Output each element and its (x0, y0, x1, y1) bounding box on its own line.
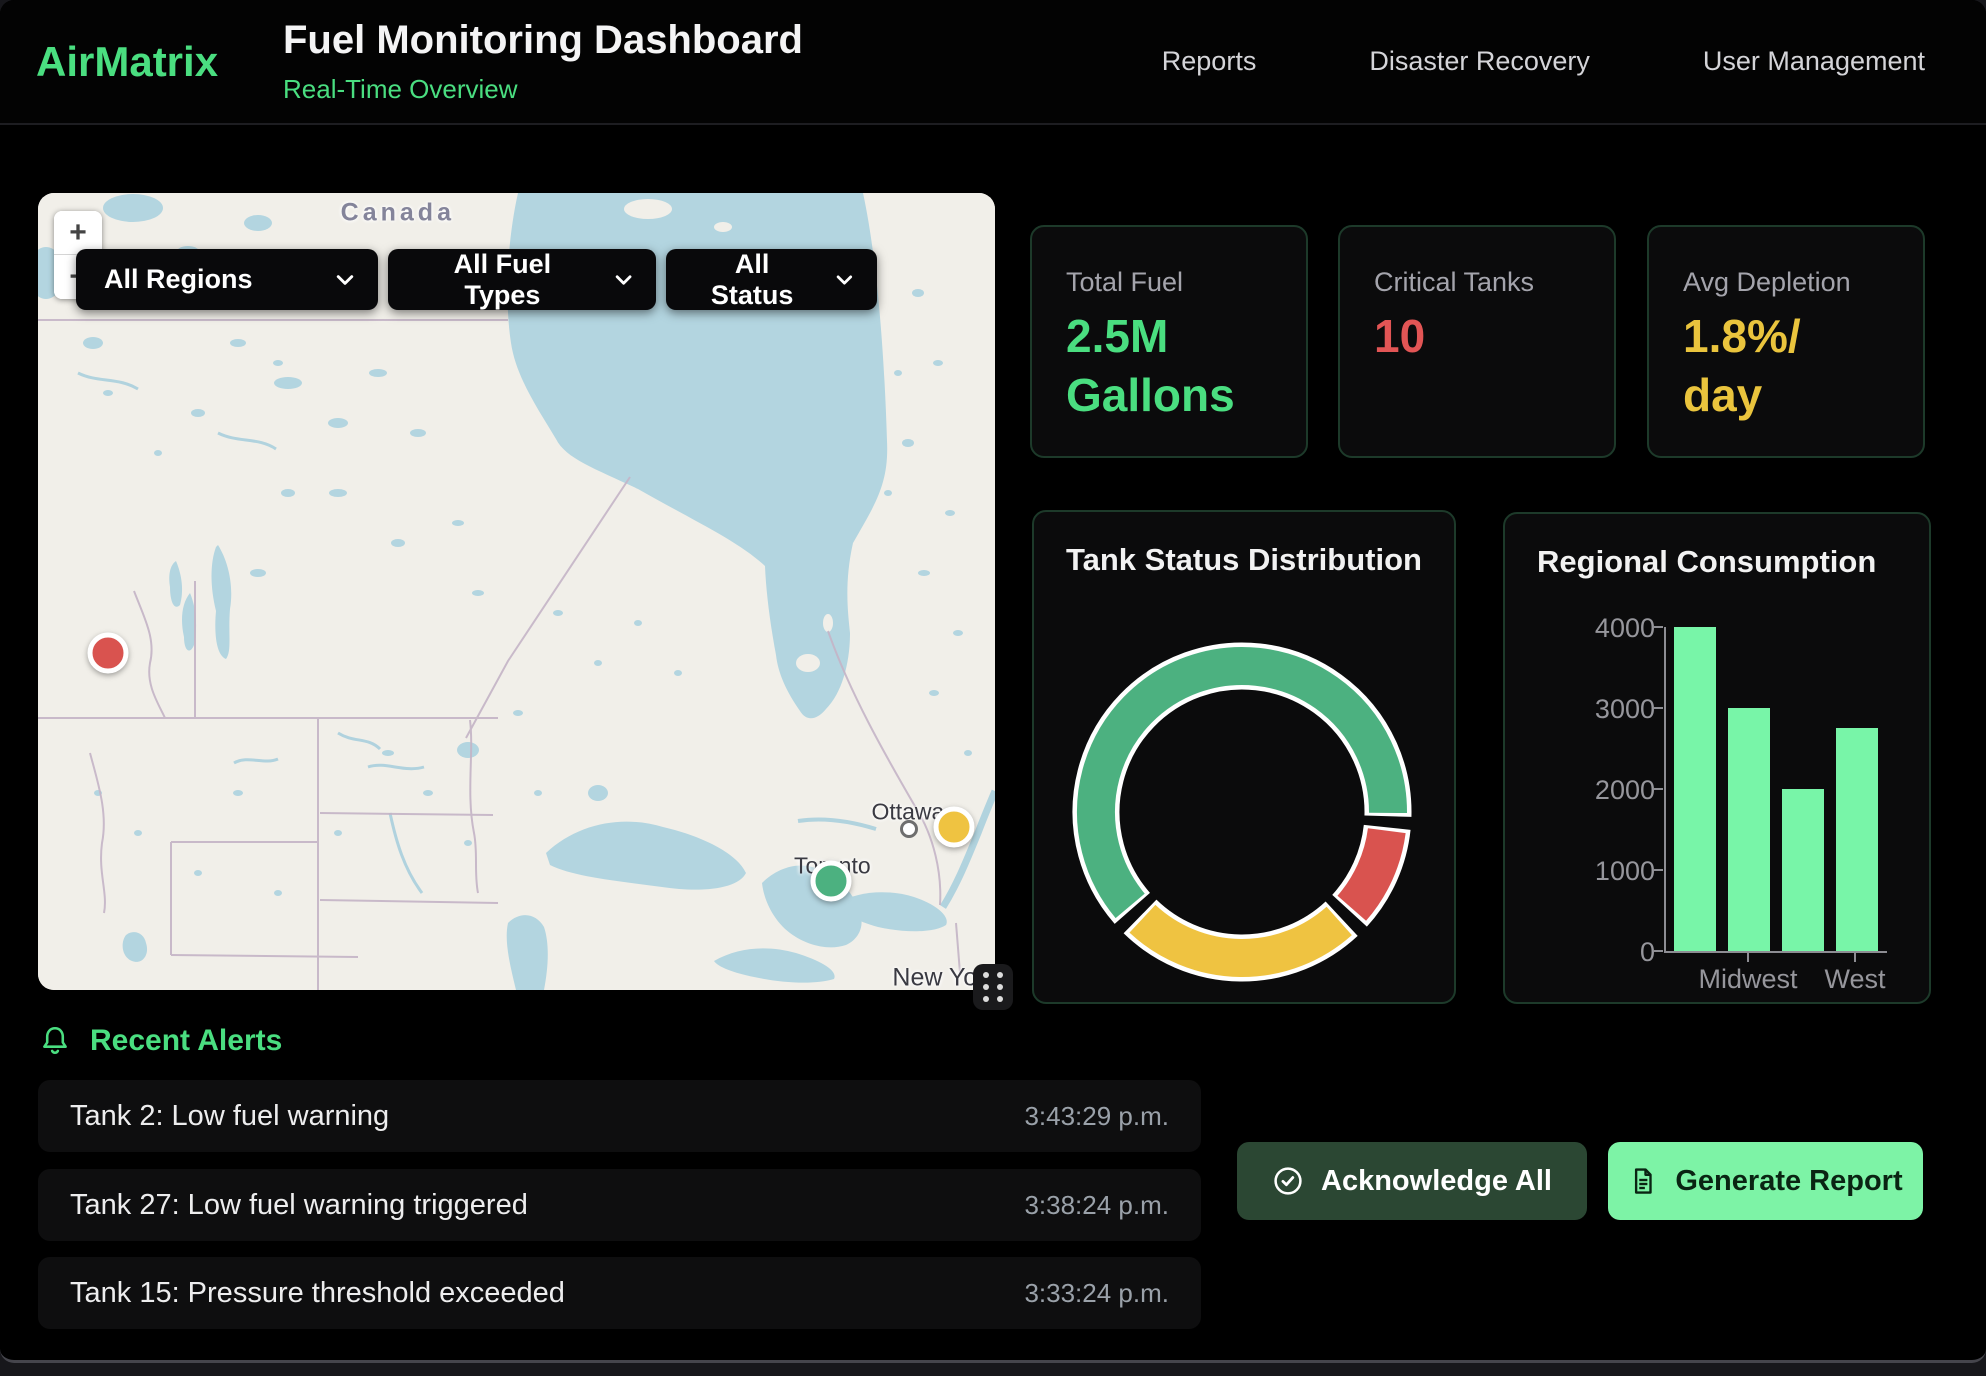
map-label-canada: Canada (341, 198, 455, 227)
chevron-down-icon (336, 274, 354, 286)
nav-user-management[interactable]: User Management (1703, 46, 1925, 77)
y-axis-tick-label: 1000 (1563, 856, 1655, 887)
y-axis-tick (1654, 707, 1663, 709)
acknowledge-all-label: Acknowledge All (1321, 1165, 1552, 1198)
x-axis-tick-label: West (1770, 964, 1940, 995)
y-axis-tick (1654, 950, 1663, 952)
map-marker-warning[interactable] (933, 806, 974, 847)
map-filters: All Regions All Fuel Types All Status (76, 249, 877, 310)
y-axis-tick (1654, 626, 1663, 628)
nav-disaster-recovery[interactable]: Disaster Recovery (1369, 46, 1590, 77)
document-icon (1628, 1166, 1658, 1196)
donut-segment-critical-fill (1352, 831, 1387, 909)
bar-0 (1674, 627, 1716, 951)
region-filter-dropdown[interactable]: All Regions (76, 249, 378, 310)
alert-timestamp: 3:33:24 p.m. (1024, 1278, 1169, 1309)
fuel-type-filter-dropdown[interactable]: All Fuel Types (388, 249, 656, 310)
stat-value: 2.5MGallons (1066, 307, 1235, 425)
tank-status-donut-chart (1062, 632, 1422, 992)
tank-status-distribution-card: Tank Status Distribution (1032, 510, 1456, 1004)
y-axis-tick-label: 4000 (1563, 613, 1655, 644)
x-axis-tick (1854, 953, 1856, 962)
stat-label: Avg Depletion (1683, 267, 1851, 298)
alert-row[interactable]: Tank 2: Low fuel warning 3:43:29 p.m. (38, 1080, 1201, 1152)
alert-message: Tank 2: Low fuel warning (70, 1100, 389, 1133)
stat-card-critical-tanks: Critical Tanks 10 (1338, 225, 1616, 458)
recent-alerts-header: Recent Alerts (38, 1024, 282, 1058)
map-marker-critical[interactable] (87, 632, 128, 673)
brand-logo[interactable]: AirMatrix (36, 38, 218, 86)
chevron-down-icon (615, 274, 632, 286)
stat-label: Total Fuel (1066, 267, 1183, 298)
alert-row[interactable]: Tank 27: Low fuel warning triggered 3:38… (38, 1169, 1201, 1241)
map-marker-normal[interactable] (811, 860, 852, 901)
alert-timestamp: 3:38:24 p.m. (1024, 1190, 1169, 1221)
stat-card-avg-depletion: Avg Depletion 1.8%/day (1647, 225, 1925, 458)
alert-message: Tank 15: Pressure threshold exceeded (70, 1277, 565, 1310)
recent-alerts-title: Recent Alerts (90, 1024, 282, 1058)
status-filter-label: All Status (694, 249, 810, 311)
app-header: AirMatrix Fuel Monitoring Dashboard Real… (0, 0, 1986, 125)
page-title: Fuel Monitoring Dashboard (283, 18, 803, 63)
stat-card-total-fuel: Total Fuel 2.5MGallons (1030, 225, 1308, 458)
chart-title: Regional Consumption (1537, 544, 1876, 580)
top-nav: Reports Disaster Recovery User Managemen… (1162, 0, 1925, 123)
bar-2 (1782, 789, 1824, 951)
generate-report-button[interactable]: Generate Report (1608, 1142, 1923, 1220)
bar-1 (1728, 708, 1770, 951)
regional-consumption-card: Regional Consumption 4000 3000 2000 1000… (1503, 512, 1931, 1004)
fuel-type-filter-label: All Fuel Types (416, 249, 589, 311)
y-axis-tick-label: 2000 (1563, 775, 1655, 806)
nav-reports[interactable]: Reports (1162, 46, 1257, 77)
region-filter-label: All Regions (104, 264, 253, 295)
stat-value: 1.8%/day (1683, 307, 1801, 425)
donut-segment-normal-fill (1096, 666, 1388, 906)
dashboard-root: AirMatrix Fuel Monitoring Dashboard Real… (0, 0, 1986, 1363)
generate-report-label: Generate Report (1675, 1165, 1902, 1198)
check-circle-icon (1272, 1165, 1304, 1197)
fuel-map[interactable]: Canada Ottawa Toronto New York + − All R… (38, 193, 995, 990)
status-filter-dropdown[interactable]: All Status (666, 249, 877, 310)
resize-handle-icon[interactable] (973, 964, 1013, 1010)
y-axis-tick (1654, 869, 1663, 871)
alert-message: Tank 27: Low fuel warning triggered (70, 1189, 528, 1222)
page-subtitle: Real-Time Overview (283, 74, 518, 105)
bar-3 (1836, 728, 1878, 951)
ottawa-town-dot-icon (900, 820, 918, 838)
alert-row[interactable]: Tank 15: Pressure threshold exceeded 3:3… (38, 1257, 1201, 1329)
x-axis-tick (1747, 953, 1749, 962)
regional-consumption-bar-chart (1664, 627, 1887, 953)
y-axis-tick-label: 0 (1563, 937, 1655, 968)
chevron-down-icon (836, 274, 853, 286)
acknowledge-all-button[interactable]: Acknowledge All (1237, 1142, 1587, 1220)
stat-value: 10 (1374, 307, 1425, 366)
y-axis-tick (1654, 788, 1663, 790)
bell-icon (38, 1024, 72, 1058)
chart-title: Tank Status Distribution (1066, 542, 1422, 578)
stat-label: Critical Tanks (1374, 267, 1534, 298)
alert-timestamp: 3:43:29 p.m. (1024, 1101, 1169, 1132)
y-axis-tick-label: 3000 (1563, 694, 1655, 725)
